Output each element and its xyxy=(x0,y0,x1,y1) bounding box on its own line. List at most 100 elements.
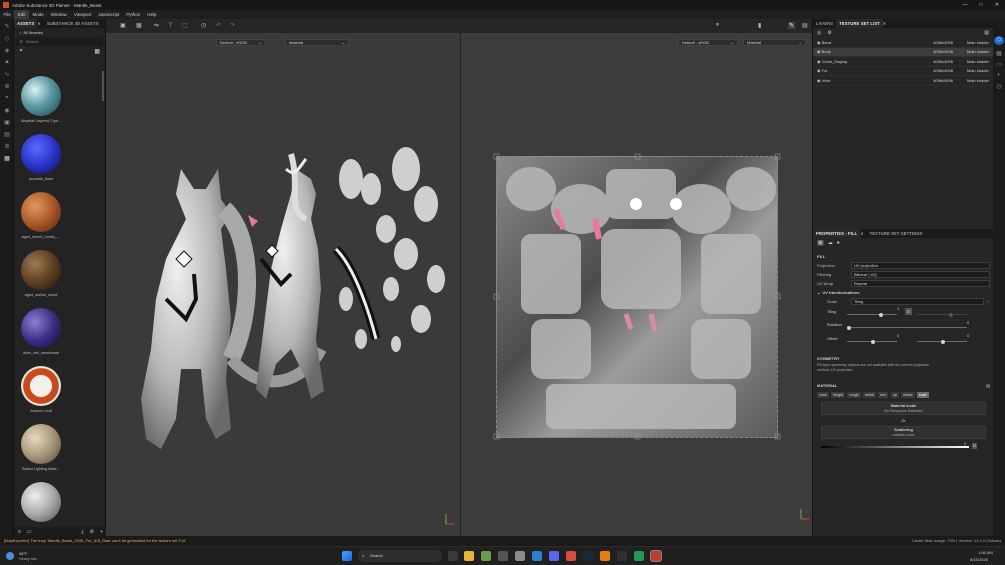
mode-dropdown-2d[interactable]: Material ⌄ xyxy=(743,39,806,46)
clone-icon[interactable]: ⊕ xyxy=(2,81,12,91)
bake-icon[interactable]: ▤ xyxy=(2,129,12,139)
camera-icon[interactable]: ▮ xyxy=(758,22,761,29)
tab-layers[interactable]: LAYERS xyxy=(813,19,836,28)
symmetry-icon[interactable]: ⇋ xyxy=(154,22,159,29)
settings-app-icon[interactable] xyxy=(515,551,525,561)
settings-icon[interactable]: ⚙ xyxy=(90,529,94,535)
folder-icon[interactable]: ▭ xyxy=(27,529,32,535)
maximize-button[interactable]: □ xyxy=(973,2,989,8)
asset-scrollbar[interactable] xyxy=(102,71,104,101)
material-picker-icon[interactable]: ◉ xyxy=(2,105,12,115)
blender-icon[interactable] xyxy=(600,551,610,561)
material-tab-icon[interactable]: ▦ xyxy=(817,240,824,246)
smudge-icon[interactable]: ∿ xyxy=(2,69,12,79)
shader-icon[interactable]: ◐ xyxy=(994,70,1004,80)
layers-panel-icon[interactable]: ▦ xyxy=(994,48,1004,58)
asset-item[interactable]: Autumn Leaf xyxy=(18,366,64,413)
menu-python[interactable]: Python xyxy=(123,10,144,19)
projection-icon[interactable]: ◈ xyxy=(2,45,12,55)
menu-javascript[interactable]: JavaScript xyxy=(95,10,123,19)
visibility-icon[interactable]: ◉ xyxy=(817,78,821,83)
history-icon[interactable]: ◷ xyxy=(201,22,206,29)
lock-icon[interactable]: ⊡ xyxy=(905,308,912,315)
list-view-icon[interactable]: ≡ xyxy=(18,529,21,535)
vscode-icon[interactable] xyxy=(532,551,542,561)
asset-item[interactable]: aged_beech_honey_... xyxy=(18,192,64,239)
close-tab-icon[interactable]: ✕ xyxy=(860,231,863,236)
visibility-icon[interactable]: ◉ xyxy=(817,68,821,73)
asset-item[interactable] xyxy=(18,482,64,522)
eraser-icon[interactable]: ◇ xyxy=(2,33,12,43)
visibility-icon[interactable]: ◉ xyxy=(817,59,821,64)
mode-dropdown-3d[interactable]: Material ⌄ xyxy=(285,39,349,46)
paint-brush-icon[interactable]: ✎ xyxy=(2,21,12,31)
asset-item[interactable]: aged_walnut_wood xyxy=(18,250,64,297)
channel-metal-button[interactable]: metal xyxy=(862,392,876,398)
projection-dropdown[interactable]: UV projection xyxy=(851,262,990,269)
tab-properties-fill[interactable]: PROPERTIES - FILL xyxy=(813,229,861,238)
display-settings-icon[interactable]: ▭ xyxy=(994,59,1004,69)
pycharm-icon[interactable] xyxy=(634,551,644,561)
tiling-slider-knob[interactable] xyxy=(949,312,953,317)
task-view-icon[interactable] xyxy=(448,551,458,561)
menu-mode[interactable]: Mode xyxy=(29,10,47,19)
file-explorer-icon[interactable] xyxy=(464,551,474,561)
colorspace-dropdown-2d[interactable]: Default - sRGB ⌄ xyxy=(678,39,738,46)
channel-rough-button[interactable]: rough xyxy=(847,392,861,398)
uvwrap-dropdown[interactable]: Repeat xyxy=(851,280,990,287)
channel-color-button[interactable]: color xyxy=(817,392,829,398)
list-item[interactable]: ◉ Band 4096x4096 Main shader xyxy=(813,38,993,48)
display-icon[interactable]: ▤ xyxy=(802,22,808,29)
store-icon[interactable] xyxy=(481,551,491,561)
close-tab-icon[interactable]: ✕ xyxy=(37,21,40,26)
history-panel-icon[interactable]: ◷ xyxy=(994,81,1004,91)
undo-icon[interactable]: ↶ xyxy=(216,22,221,29)
viewport-2d[interactable] xyxy=(460,19,812,536)
filtering-dropdown[interactable]: Bilinear | HQ xyxy=(851,271,990,278)
geometry-mask-icon[interactable]: ▣ xyxy=(2,117,12,127)
channel-nrm-button[interactable]: nrm xyxy=(878,392,889,398)
asset-item[interactable]: Baked Lighting Mate... xyxy=(18,424,64,471)
list-item[interactable]: ◉ Body 4096x4096 Main shader xyxy=(813,47,993,57)
add-icon[interactable]: + xyxy=(100,529,103,535)
close-button[interactable]: ✕ xyxy=(989,2,1005,8)
tab-texture-set-list[interactable]: TEXTURE SET LIST xyxy=(836,19,883,28)
library-selector[interactable]: › All libraries xyxy=(14,28,105,37)
import-icon[interactable]: ⤓ xyxy=(81,529,83,535)
shelf-icon[interactable]: ▦ xyxy=(2,153,12,163)
material-mode-box[interactable]: Material mode No Resource Selected xyxy=(821,402,986,415)
material-menu-icon[interactable]: ▤ xyxy=(986,383,990,388)
list-item[interactable]: ◉ Fur 4096x4096 Main shader xyxy=(813,67,993,76)
taskbar-search[interactable]: ⌕ Search xyxy=(358,550,442,562)
start-button[interactable] xyxy=(342,551,352,561)
texture-set-icon[interactable]: ⬡ xyxy=(994,36,1004,45)
channel-emiss-button[interactable]: emiss xyxy=(901,392,915,398)
offset-slider-v[interactable] xyxy=(917,339,967,344)
visibility-icon[interactable]: ◉ xyxy=(817,49,821,54)
visibility-icon[interactable]: ◉ xyxy=(817,40,821,45)
eye-icon[interactable]: ◎ xyxy=(817,30,821,36)
rotation-slider-knob[interactable] xyxy=(847,325,851,330)
redo-icon[interactable]: ↷ xyxy=(230,22,235,29)
mask-tab-icon[interactable]: ☁ xyxy=(828,240,833,246)
tiling-slider-2[interactable] xyxy=(917,312,967,317)
sphere-tab-icon[interactable]: ● xyxy=(837,240,840,246)
viewport-3d[interactable] xyxy=(106,19,460,536)
align-icon[interactable]: ⊤ xyxy=(168,22,173,29)
close-tab-icon[interactable]: ✕ xyxy=(883,21,886,26)
channel-op-button[interactable]: op xyxy=(890,392,899,398)
menu-help[interactable]: Help xyxy=(144,10,160,19)
polygon-fill-icon[interactable]: ▲ xyxy=(2,57,12,67)
channel-scatt-button[interactable]: scatt xyxy=(916,392,929,398)
scatter-picker-icon[interactable]: ⊡ xyxy=(972,443,977,449)
menu-edit[interactable]: Edit xyxy=(14,10,30,19)
tiling-slider-knob[interactable] xyxy=(879,312,883,317)
scattering-box[interactable]: Scattering uniform color xyxy=(821,426,986,439)
layers-icon[interactable]: ≣ xyxy=(2,141,12,151)
chrome-icon[interactable] xyxy=(566,551,576,561)
scatter-slider[interactable] xyxy=(821,446,969,448)
color-picker-icon[interactable]: ⌖ xyxy=(2,93,12,103)
offset-slider-u[interactable] xyxy=(847,339,897,344)
split-view-icon[interactable]: ▦ xyxy=(136,22,142,29)
grid-view-icon[interactable]: ▦ xyxy=(94,48,100,55)
